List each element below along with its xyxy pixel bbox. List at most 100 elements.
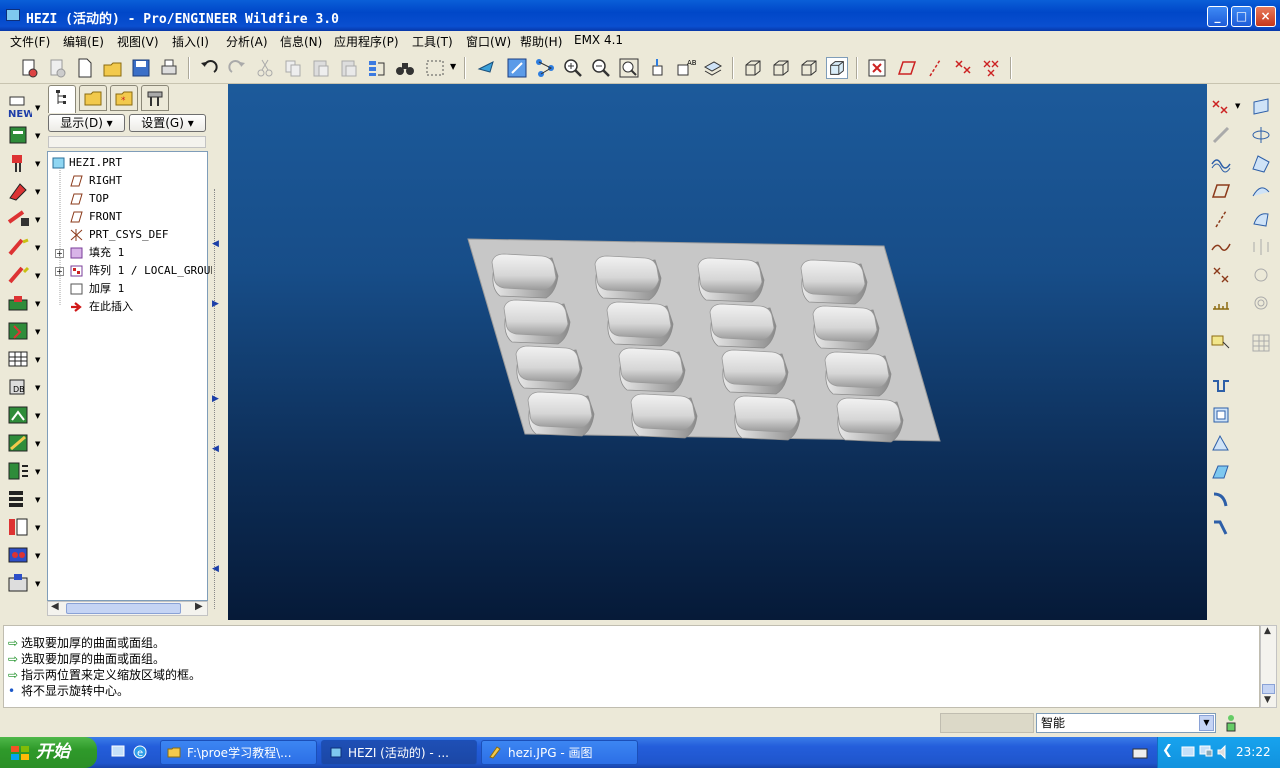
collapse-arrow-icon[interactable]: ◀ [212, 564, 219, 574]
show-dropdown-button[interactable]: 显示(D) ▾ [48, 114, 125, 132]
fill-surface-icon[interactable] [1250, 292, 1272, 314]
panel-splitter[interactable]: ◀ ▶ ▶ ◀ ◀ [212, 84, 226, 619]
flyout-arrow[interactable]: ▼ [35, 440, 40, 448]
merge-tool-icon[interactable]: DB [6, 376, 32, 398]
message-scrollbar[interactable]: ▲ ▼ [1260, 625, 1277, 708]
select-box-icon[interactable] [424, 57, 446, 79]
flyout-arrow[interactable]: ▼ [1235, 102, 1240, 110]
csys-display-icon[interactable] [980, 57, 1002, 79]
offset-surface-icon[interactable] [1250, 264, 1272, 286]
coordinate-system-tool-icon[interactable] [1210, 264, 1232, 286]
flyout-arrow[interactable]: ▼ [35, 356, 40, 364]
mirror-tool-icon[interactable] [6, 348, 32, 370]
tray-network-icon[interactable] [1180, 744, 1196, 760]
datum-display-icon[interactable] [866, 57, 888, 79]
udf-tool-icon[interactable] [6, 572, 32, 594]
orient-mode-icon[interactable] [534, 57, 556, 79]
regenerate-icon[interactable] [366, 57, 388, 79]
new-file-icon[interactable] [74, 57, 96, 79]
quicklaunch-ie-icon[interactable]: e [132, 744, 148, 760]
layers-icon[interactable] [702, 57, 724, 79]
boundary-blend-icon[interactable] [1250, 208, 1272, 230]
open-folder-icon[interactable] [102, 57, 124, 79]
quicklaunch-desktop-icon[interactable] [110, 744, 126, 760]
extrude-tool-icon[interactable] [6, 124, 32, 146]
maximize-button[interactable]: □ [1231, 6, 1252, 27]
tray-speaker-icon[interactable] [1216, 744, 1230, 760]
erase-icon[interactable] [46, 57, 68, 79]
menu-window[interactable]: 窗口(W) [466, 33, 511, 50]
tab-folder-browser[interactable] [79, 85, 107, 111]
datum-axis-tool-icon[interactable] [1210, 208, 1232, 230]
save-icon[interactable] [130, 57, 152, 79]
datum-curve-tool-icon[interactable] [1210, 236, 1232, 258]
collapse-arrow-icon[interactable]: ◀ [212, 239, 219, 249]
mirror-surface-icon[interactable] [1250, 236, 1272, 258]
draft-tool-icon[interactable] [6, 236, 32, 258]
shading-icon[interactable] [826, 57, 848, 79]
menu-applications[interactable]: 应用程序(P) [334, 33, 399, 50]
scroll-up-icon[interactable]: ▲ [1264, 626, 1271, 636]
selection-filter-select[interactable]: 智能 ▼ [1036, 713, 1216, 733]
expand-arrow-icon[interactable]: ▶ [212, 299, 219, 309]
flyout-arrow[interactable]: ▼ [35, 104, 40, 112]
paste-icon[interactable] [310, 57, 332, 79]
task-explorer[interactable]: F:\proe学习教程\... [160, 740, 317, 765]
new-feature-icon[interactable]: NEW [6, 96, 32, 118]
tab-connections[interactable] [141, 85, 169, 111]
expand-arrow-icon[interactable]: ▶ [212, 394, 219, 404]
spin-center-icon[interactable] [506, 57, 528, 79]
sketched-curve-icon[interactable] [1210, 152, 1232, 174]
tray-expand-icon[interactable]: ❮ [1162, 743, 1173, 758]
menu-insert[interactable]: 插入(I) [172, 33, 209, 50]
datum-plane-display-icon[interactable] [896, 57, 918, 79]
chevron-down-icon[interactable]: ▼ [1199, 715, 1214, 731]
scroll-left-icon[interactable]: ◀ [51, 601, 59, 612]
grid-tool-icon[interactable] [1250, 332, 1272, 354]
collapse-arrow-icon[interactable]: ◀ [212, 444, 219, 454]
round-tool-icon[interactable] [6, 264, 32, 286]
bend-tool-icon[interactable] [1210, 488, 1232, 510]
flyout-arrow[interactable]: ▼ [35, 552, 40, 560]
hole-tool-icon[interactable] [6, 152, 32, 174]
unbend-tool-icon[interactable] [1210, 516, 1232, 538]
scroll-thumb[interactable] [1262, 684, 1275, 694]
menu-file[interactable]: 文件(F) [10, 33, 50, 50]
menu-help[interactable]: 帮助(H) [520, 33, 562, 50]
new-session-icon[interactable] [18, 57, 40, 79]
scroll-right-icon[interactable]: ▶ [195, 601, 203, 612]
sweep-surface-icon[interactable] [1250, 152, 1272, 174]
repaint-icon[interactable] [476, 57, 498, 79]
keyboard-icon[interactable] [1132, 746, 1148, 760]
pattern-tool-icon[interactable] [6, 320, 32, 342]
tab-favorites[interactable]: * [110, 85, 138, 111]
close-button[interactable]: × [1255, 6, 1276, 27]
tab-model-tree[interactable] [48, 85, 76, 113]
datum-point-display-icon[interactable] [952, 57, 974, 79]
select-dropdown-arrow[interactable]: ▼ [450, 62, 456, 71]
zoom-out-icon[interactable] [590, 57, 612, 79]
saved-views-icon[interactable]: AB [674, 57, 696, 79]
chamfer-tool-icon[interactable] [6, 292, 32, 314]
flyout-arrow[interactable]: ▼ [35, 244, 40, 252]
no-hidden-icon[interactable] [798, 57, 820, 79]
flyout-arrow[interactable]: ▼ [35, 524, 40, 532]
flyout-arrow[interactable]: ▼ [35, 216, 40, 224]
trim-tool-icon[interactable] [6, 404, 32, 426]
tray-monitor-icon[interactable] [1198, 744, 1214, 760]
menu-analysis[interactable]: 分析(A) [226, 33, 268, 50]
flyout-arrow[interactable]: ▼ [35, 580, 40, 588]
datum-point-tool-icon[interactable] [1210, 96, 1232, 118]
flyout-arrow[interactable]: ▼ [35, 132, 40, 140]
analysis-tool-icon[interactable] [1210, 292, 1232, 314]
chain-tool-icon[interactable] [1210, 124, 1232, 146]
menu-tools[interactable]: 工具(T) [412, 33, 453, 50]
refit-icon[interactable] [618, 57, 640, 79]
offset-tool-icon[interactable] [6, 460, 32, 482]
solidify-tool-icon[interactable] [6, 516, 32, 538]
extrude-wall-icon[interactable] [1210, 460, 1232, 482]
graphics-viewport[interactable] [228, 84, 1207, 620]
cut-icon[interactable] [254, 57, 276, 79]
flyout-arrow[interactable]: ▼ [35, 496, 40, 504]
print-icon[interactable] [158, 57, 180, 79]
